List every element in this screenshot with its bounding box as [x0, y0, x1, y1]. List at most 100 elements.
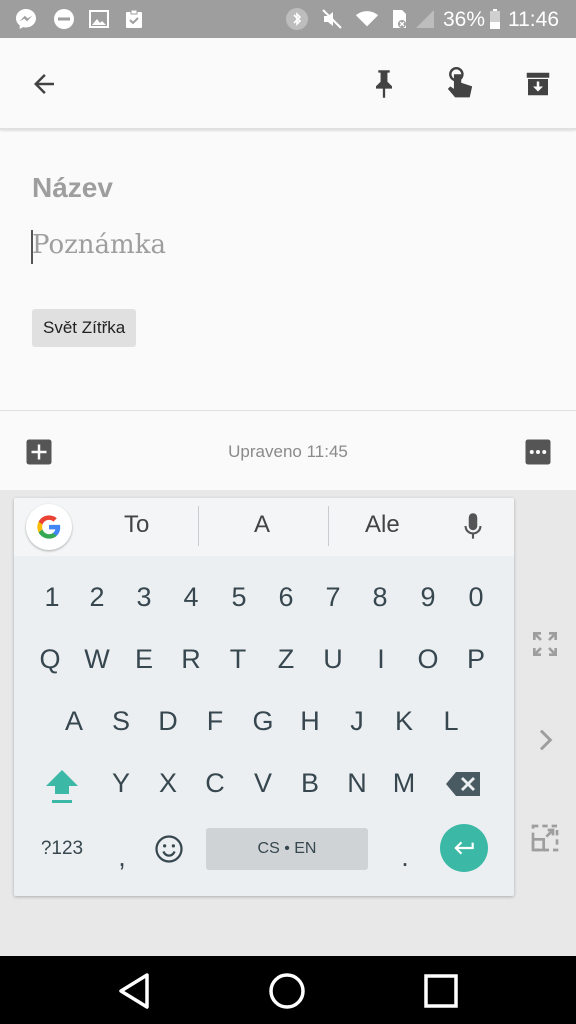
signal-icon — [413, 7, 437, 31]
bluetooth-icon — [285, 7, 309, 31]
key-e[interactable]: E — [121, 644, 167, 675]
key-m[interactable]: M — [381, 768, 427, 799]
comma-key[interactable]: , — [99, 842, 145, 873]
expand-icon — [533, 632, 557, 656]
emoji-key[interactable] — [154, 834, 184, 864]
key-2[interactable]: 2 — [74, 582, 120, 613]
key-c[interactable]: C — [192, 768, 238, 799]
backspace-key[interactable] — [444, 768, 484, 800]
key-4[interactable]: 4 — [168, 582, 214, 613]
arrow-back-icon — [34, 74, 54, 94]
key-j[interactable]: J — [334, 706, 380, 737]
key-7[interactable]: 7 — [310, 582, 356, 613]
key-3[interactable]: 3 — [121, 582, 167, 613]
more-button[interactable] — [514, 428, 562, 476]
resize-button[interactable] — [525, 818, 565, 858]
edited-timestamp: Upraveno 11:45 — [228, 442, 348, 461]
return-icon — [454, 841, 474, 855]
key-d[interactable]: D — [145, 706, 191, 737]
key-q[interactable]: Q — [27, 644, 73, 675]
backspace-icon — [446, 772, 480, 796]
nav-back-button[interactable] — [112, 968, 158, 1014]
clock: 11:46 — [508, 8, 559, 31]
title-field[interactable]: Název — [32, 172, 113, 204]
note-toolbar — [0, 38, 576, 130]
key-k[interactable]: K — [381, 706, 427, 737]
shift-key[interactable] — [42, 766, 82, 810]
key-x[interactable]: X — [145, 768, 191, 799]
battery-percent: 36% — [443, 8, 486, 31]
key-z[interactable]: Z — [263, 644, 309, 675]
note-field[interactable]: Poznámka — [32, 230, 166, 260]
mute-icon — [320, 7, 344, 31]
suggestion-divider — [328, 506, 329, 546]
nav-home-icon — [269, 973, 305, 1009]
key-t[interactable]: T — [215, 644, 261, 675]
microphone-button[interactable] — [460, 510, 486, 544]
key-n[interactable]: N — [334, 768, 380, 799]
key-v[interactable]: V — [240, 768, 286, 799]
nav-home-button[interactable] — [264, 968, 310, 1014]
wifi-icon — [355, 7, 379, 31]
note-editor: Název Poznámka Svět Zítřka — [0, 132, 576, 410]
suggestion-2[interactable]: A — [254, 511, 270, 539]
key-r[interactable]: R — [168, 644, 214, 675]
note-bottom-bar: Upraveno 11:45 — [0, 410, 576, 490]
key-s[interactable]: S — [98, 706, 144, 737]
keyboard: To A Ale 1 2 3 4 5 6 7 8 9 0 Q W E R T Z… — [14, 498, 514, 896]
shift-icon — [46, 770, 78, 803]
chevron-right-icon — [539, 729, 553, 751]
key-b[interactable]: B — [287, 768, 333, 799]
key-1[interactable]: 1 — [29, 582, 75, 613]
key-l[interactable]: L — [428, 706, 474, 737]
resize-icon — [531, 824, 559, 852]
battery-icon — [488, 7, 502, 31]
key-9[interactable]: 9 — [405, 582, 451, 613]
key-y[interactable]: Y — [98, 768, 144, 799]
more-horizontal-icon — [525, 439, 551, 465]
key-5[interactable]: 5 — [216, 582, 262, 613]
clipboard-check-icon — [122, 7, 146, 31]
archive-button[interactable] — [514, 60, 562, 108]
period-key[interactable]: . — [382, 842, 428, 873]
fullscreen-button[interactable] — [525, 624, 565, 664]
key-o[interactable]: O — [405, 644, 451, 675]
messenger-icon — [14, 7, 38, 31]
key-w[interactable]: W — [74, 644, 120, 675]
smiley-icon — [155, 835, 183, 863]
google-button[interactable] — [26, 504, 72, 550]
label-chip[interactable]: Svět Zítřka — [32, 309, 137, 347]
key-h[interactable]: H — [287, 706, 333, 737]
hand-reminder-icon — [447, 67, 473, 98]
image-icon — [87, 7, 111, 31]
nav-back-icon — [119, 973, 149, 1009]
key-6[interactable]: 6 — [263, 582, 309, 613]
space-key[interactable]: CS • EN — [206, 828, 368, 870]
reminder-button[interactable] — [436, 60, 484, 108]
nav-recents-icon — [424, 974, 458, 1008]
navigation-bar — [0, 956, 576, 1024]
collapse-arrow-button[interactable] — [525, 720, 565, 760]
symbols-key[interactable]: ?123 — [36, 838, 88, 860]
suggestion-divider — [198, 506, 199, 546]
nav-recents-button[interactable] — [418, 968, 464, 1014]
key-u[interactable]: U — [310, 644, 356, 675]
pin-button[interactable] — [360, 60, 408, 108]
no-sim-icon — [387, 7, 411, 31]
key-a[interactable]: A — [51, 706, 97, 737]
archive-icon — [526, 72, 550, 96]
microphone-icon — [464, 513, 482, 539]
suggestion-3[interactable]: Ale — [365, 511, 400, 539]
key-p[interactable]: P — [453, 644, 499, 675]
key-8[interactable]: 8 — [357, 582, 403, 613]
status-bar: 36% 11:46 — [0, 0, 576, 38]
do-not-disturb-icon — [52, 7, 76, 31]
key-g[interactable]: G — [240, 706, 286, 737]
key-f[interactable]: F — [192, 706, 238, 737]
key-i[interactable]: I — [358, 644, 404, 675]
pin-icon — [376, 70, 392, 98]
suggestion-1[interactable]: To — [124, 511, 149, 539]
key-0[interactable]: 0 — [453, 582, 499, 613]
back-button[interactable] — [20, 60, 68, 108]
enter-key[interactable] — [440, 824, 488, 872]
